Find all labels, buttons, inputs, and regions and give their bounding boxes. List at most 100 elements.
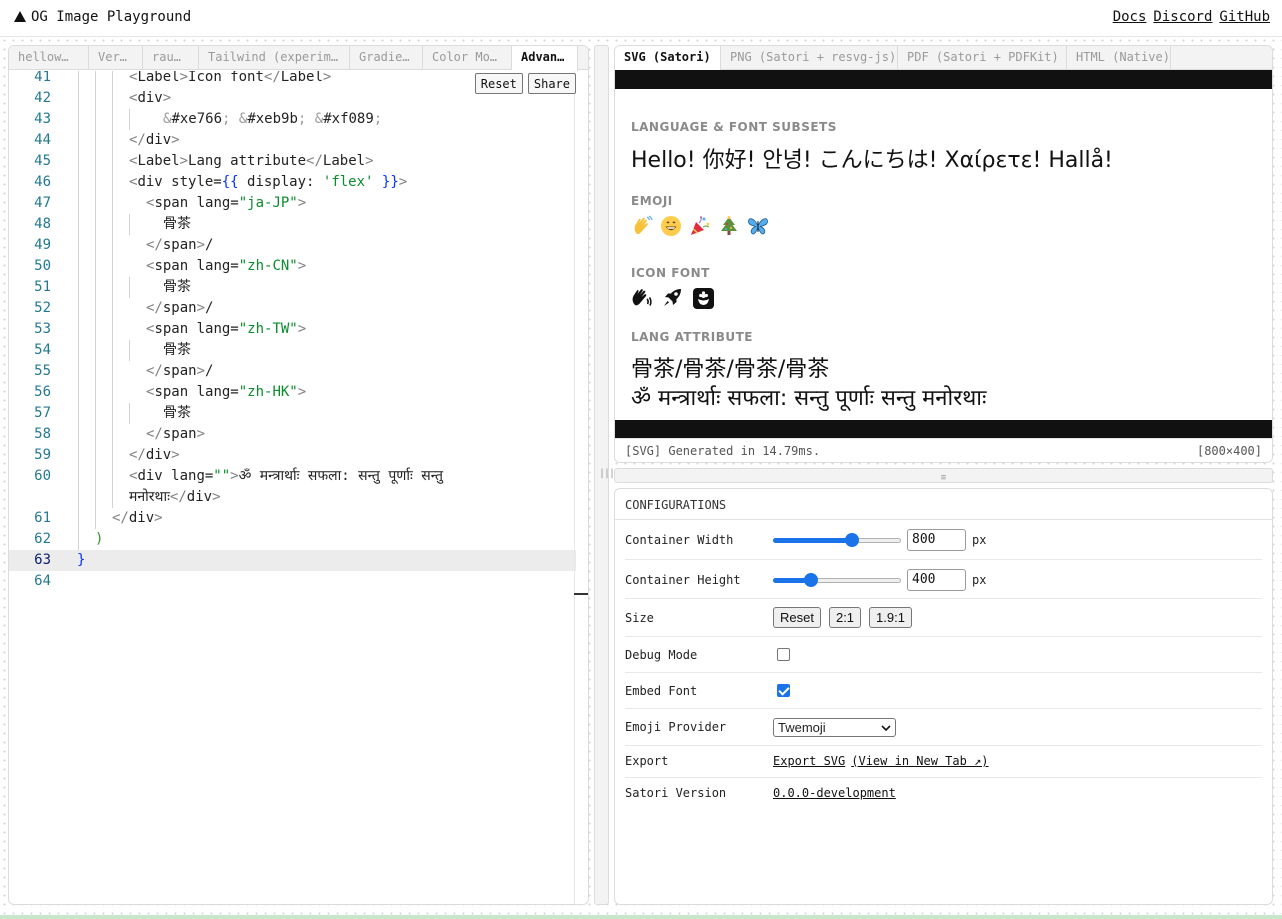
- satori-version-link[interactable]: 0.0.0-development: [773, 786, 896, 800]
- app-title: OG Image Playground: [31, 9, 192, 25]
- icon-font-row: [631, 287, 714, 309]
- tab-html-native[interactable]: HTML (Native): [1067, 46, 1171, 70]
- line-number: 60: [34, 468, 51, 484]
- render-status-bar: [SVG] Generated in 14.79ms. [800×400]: [615, 438, 1272, 462]
- code-line: 54 骨茶: [9, 340, 576, 361]
- code-text: <Label>Lang attribute</Label>: [129, 153, 374, 169]
- export-svg-link[interactable]: Export SVG: [773, 754, 845, 768]
- top-nav: Docs Discord GitHub: [1113, 9, 1270, 25]
- language-sample-text: Hello! 你好! 안녕! こんにちは! Χαίρετε! Hallå!: [631, 148, 1113, 173]
- code-line: 51 骨茶: [9, 277, 576, 298]
- size-row: Size Reset 2:1 1.9:1: [625, 599, 1262, 637]
- tab-vercel[interactable]: Ver…: [89, 46, 143, 70]
- share-button[interactable]: Share: [527, 73, 576, 94]
- code-line: 48 骨茶: [9, 214, 576, 235]
- code-line: 50 <span lang="zh-CN">: [9, 256, 576, 277]
- code-text: 骨茶: [163, 405, 191, 421]
- line-number: 43: [34, 111, 51, 127]
- discord-link[interactable]: Discord: [1153, 9, 1212, 25]
- tab-hello-world[interactable]: hellow…: [9, 46, 89, 70]
- code-line: 59 </div>: [9, 445, 576, 466]
- code-line: 56 <span lang="zh-HK">: [9, 382, 576, 403]
- grinning-face-icon: [660, 215, 682, 237]
- line-number: 59: [34, 447, 51, 463]
- renderer-tabs: SVG (Satori) PNG (Satori + resvg-js) PDF…: [615, 46, 1272, 71]
- size-1-9-1-button[interactable]: 1.9:1: [869, 607, 912, 628]
- export-row: Export Export SVG (View in New Tab ↗): [625, 746, 1262, 778]
- code-text: </span>/: [146, 237, 214, 253]
- render-size-text: [800×400]: [1196, 443, 1262, 458]
- github-link[interactable]: GitHub: [1219, 9, 1270, 25]
- horizontal-resize-handle[interactable]: ≡: [614, 468, 1273, 483]
- tab-svg-satori[interactable]: SVG (Satori): [615, 46, 721, 71]
- container-height-unit: px: [972, 573, 987, 587]
- lang-attribute-section-label: LANG ATTRIBUTE: [631, 330, 753, 344]
- render-time-text: [SVG] Generated in 14.79ms.: [625, 443, 821, 458]
- code-line: 44 </div>: [9, 130, 576, 151]
- code-text: </div>: [129, 132, 180, 148]
- container-height-slider[interactable]: [773, 573, 901, 587]
- debug-mode-row: Debug Mode: [625, 637, 1262, 673]
- satori-version-row: Satori Version 0.0.0-development: [625, 778, 1262, 810]
- configurations-heading: CONFIGURATIONS: [615, 489, 1272, 520]
- container-width-input[interactable]: 800: [907, 529, 966, 551]
- line-number: 55: [34, 363, 51, 379]
- code-text: }: [77, 552, 86, 568]
- wave-icon: [631, 287, 653, 309]
- line-number: 58: [34, 426, 51, 442]
- line-number: 53: [34, 321, 51, 337]
- code-line: 47 <span lang="ja-JP">: [9, 193, 576, 214]
- code-text: ): [95, 531, 104, 547]
- line-number: 44: [34, 132, 51, 148]
- code-text: 骨茶: [163, 216, 191, 232]
- container-height-input[interactable]: 400: [907, 569, 966, 591]
- code-lines: 41 <Label>Icon font</Label> 42 <div> 43 &#xe7…: [9, 71, 576, 592]
- code-text: </span>: [146, 426, 206, 442]
- line-number: 56: [34, 384, 51, 400]
- waving-hand-icon: [631, 215, 653, 237]
- line-number: 51: [34, 279, 51, 295]
- christmas-tree-icon: [718, 215, 740, 237]
- example-tabs: hellow… Ver… rau… Tailwind (experim… Gra…: [9, 46, 588, 71]
- code-line: 46 <div style={{ display: 'flex' }}>: [9, 172, 576, 193]
- bottom-status-strip: [0, 915, 1282, 919]
- size-2-1-button[interactable]: 2:1: [828, 607, 862, 628]
- line-number: 54: [34, 342, 51, 358]
- editor-scrollbar[interactable]: [574, 71, 588, 904]
- tab-advanced[interactable]: Advan…: [512, 46, 578, 71]
- code-line: 64: [9, 571, 576, 592]
- lang-attribute-devanagari-text: ॐ मन्त्रार्थाः सफला: सन्तु पूर्णाः सन्तु…: [631, 386, 987, 411]
- tab-rauchg[interactable]: rau…: [143, 46, 199, 70]
- container-width-slider[interactable]: [773, 533, 901, 547]
- tab-tailwind[interactable]: Tailwind (experim…: [199, 46, 350, 70]
- line-number: 61: [34, 510, 51, 526]
- preview-panel: SVG (Satori) PNG (Satori + resvg-js) PDF…: [614, 45, 1273, 463]
- view-in-new-tab-link[interactable]: (View in New Tab ↗): [851, 754, 988, 768]
- line-number: 62: [34, 531, 51, 547]
- tab-png-resvg[interactable]: PNG (Satori + resvg-js): [721, 46, 898, 70]
- code-line: 45 <Label>Lang attribute</Label>: [9, 151, 576, 172]
- tab-gradient[interactable]: Gradie…: [350, 46, 423, 70]
- code-editor[interactable]: 41 <Label>Icon font</Label> 42 <div> 43 &#xe7…: [9, 71, 588, 904]
- embed-font-checkbox[interactable]: [777, 684, 790, 697]
- emoji-provider-row: Emoji Provider Twemoji: [625, 709, 1262, 746]
- line-number: 42: [34, 90, 51, 106]
- line-number: 48: [34, 216, 51, 232]
- size-label: Size: [625, 611, 654, 625]
- tab-color-models[interactable]: Color Mo…: [423, 46, 512, 70]
- docs-link[interactable]: Docs: [1113, 9, 1147, 25]
- emoji-row: [631, 215, 769, 237]
- code-line: 60 <div lang="">ॐ मन्त्रार्थाः सफला: सन्त…: [9, 466, 576, 508]
- editor-panel: hellow… Ver… rau… Tailwind (experim… Gra…: [8, 45, 589, 905]
- emoji-provider-select[interactable]: Twemoji: [773, 718, 896, 737]
- size-reset-button[interactable]: Reset: [773, 607, 821, 628]
- debug-mode-checkbox[interactable]: [777, 648, 790, 661]
- reset-button[interactable]: Reset: [474, 73, 523, 94]
- line-number: 47: [34, 195, 51, 211]
- line-number: 64: [34, 573, 51, 589]
- emoji-section-label: EMOJI: [631, 194, 673, 208]
- party-popper-icon: [689, 215, 711, 237]
- vertical-resize-handle[interactable]: |||: [594, 45, 615, 905]
- tab-pdf-pdfkit[interactable]: PDF (Satori + PDFKit): [898, 46, 1067, 70]
- line-number: 63: [34, 552, 51, 568]
